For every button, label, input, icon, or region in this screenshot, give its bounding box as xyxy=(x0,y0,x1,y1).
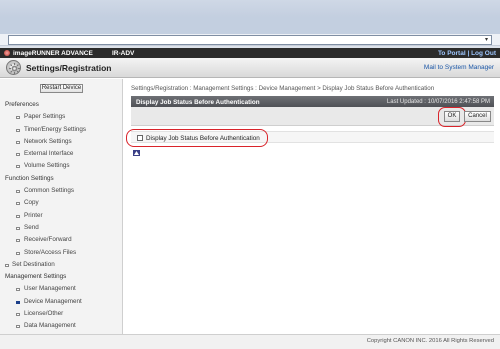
copyright: Copyright CANON INC. 2016 All Rights Res… xyxy=(366,338,494,344)
device-model: IR-ADV xyxy=(112,49,135,57)
bullet-icon xyxy=(16,190,20,194)
breadcrumb: Settings/Registration : Management Setti… xyxy=(131,85,435,92)
last-updated: Last Updated : 10/07/2016 2:47:58 PM xyxy=(386,98,490,105)
sidebar-item-send[interactable]: Send xyxy=(0,222,123,234)
bullet-icon xyxy=(16,202,20,206)
sidebar-item-label: Common Settings xyxy=(24,187,75,195)
sidebar-item-user-management[interactable]: User Management xyxy=(0,283,123,295)
sidebar-item-license-other[interactable]: License/Other xyxy=(0,308,123,320)
link-separator: | xyxy=(467,49,470,57)
bullet-icon xyxy=(16,214,20,218)
sidebar-item-label: Function Settings xyxy=(5,174,54,182)
sidebar-section-management-settings: Management Settings xyxy=(0,271,123,283)
sidebar-item-label: Timer/Energy Settings xyxy=(24,125,87,133)
mail-to-system-manager-link[interactable]: Mail to System Manager xyxy=(424,64,494,71)
sidebar-item-data-management[interactable]: Data Management xyxy=(0,320,123,332)
action-bar: OK Cancel xyxy=(131,107,494,127)
bullet-icon xyxy=(16,153,20,157)
sidebar-item-paper-settings[interactable]: Paper Settings xyxy=(0,111,123,123)
bullet-icon xyxy=(16,140,20,144)
sidebar-item-label: Management Settings xyxy=(5,273,67,281)
page-title: Settings/Registration xyxy=(26,63,112,73)
address-bar[interactable]: ▾ xyxy=(8,35,492,45)
sidebar-item-label: Copy xyxy=(24,199,39,207)
browser-address-row: ▾ xyxy=(0,34,500,46)
sidebar-item-common-settings[interactable]: Common Settings xyxy=(0,185,123,197)
bullet-icon xyxy=(16,325,20,329)
sidebar-item-label: Volume Settings xyxy=(24,162,70,170)
sidebar-item-label: Set Destination xyxy=(12,260,55,268)
footer: Copyright CANON INC. 2016 All Rights Res… xyxy=(0,334,500,349)
back-to-top-icon[interactable] xyxy=(133,150,140,156)
sidebar-item-timer-energy-settings[interactable]: Timer/Energy Settings xyxy=(0,124,123,136)
sidebar-item-label: License/Other xyxy=(24,310,64,318)
sidebar-item-label: Paper Settings xyxy=(24,113,66,121)
address-dropdown-icon[interactable]: ▾ xyxy=(482,36,491,44)
sidebar-item-network-settings[interactable]: Network Settings xyxy=(0,136,123,148)
ok-button[interactable]: OK xyxy=(444,111,460,122)
sidebar-section-preferences: Preferences xyxy=(0,99,123,111)
sidebar-item-printer[interactable]: Printer xyxy=(0,210,123,222)
bullet-icon xyxy=(16,251,20,255)
brand-name: imageRUNNER ADVANCE xyxy=(13,49,93,57)
brand-bar: imageRUNNER ADVANCE IR-ADV To Portal | L… xyxy=(0,48,500,58)
bullet-icon xyxy=(16,313,20,317)
cancel-button[interactable]: Cancel xyxy=(464,111,491,122)
sidebar-item-label: Store/Access Files xyxy=(24,248,77,256)
sidebar-item-label: Printer xyxy=(24,211,43,219)
sidebar-item-label: Receive/Forward xyxy=(24,236,72,244)
sidebar-nav: Preferences Paper Settings Timer/Energy Se… xyxy=(0,99,123,333)
bullet-icon xyxy=(16,165,20,169)
main-content: Settings/Registration : Management Setti… xyxy=(124,79,500,334)
page-header: Settings/Registration Mail to System Man… xyxy=(0,58,500,78)
sidebar: Restart Device Preferences Paper Settings… xyxy=(0,79,123,334)
bullet-icon xyxy=(16,239,20,243)
gear-icon xyxy=(6,60,21,75)
sidebar-item-label: Send xyxy=(24,223,39,231)
sidebar-item-set-destination[interactable]: Set Destination xyxy=(0,259,123,271)
sidebar-item-copy[interactable]: Copy xyxy=(0,197,123,209)
bullet-icon xyxy=(5,263,9,267)
canon-logo-icon xyxy=(4,50,10,56)
logout-link[interactable]: Log Out xyxy=(471,50,496,57)
bullet-icon xyxy=(16,226,20,230)
bullet-icon xyxy=(16,300,20,304)
restart-device-button[interactable]: Restart Device xyxy=(40,84,83,93)
sidebar-item-store-access-files[interactable]: Store/Access Files xyxy=(0,247,123,259)
option-highlight-ring xyxy=(126,129,268,147)
sidebar-item-label: Preferences xyxy=(5,101,39,108)
sidebar-item-volume-settings[interactable]: Volume Settings xyxy=(0,160,123,172)
sidebar-item-label: External Interface xyxy=(24,150,74,158)
bullet-icon xyxy=(16,128,20,132)
portal-links: To Portal | Log Out xyxy=(438,50,496,57)
bullet-icon xyxy=(16,116,20,120)
panel-title: Display Job Status Before Authentication xyxy=(136,98,260,106)
sidebar-item-device-management[interactable]: Device Management xyxy=(0,296,123,308)
panel-header: Display Job Status Before Authentication… xyxy=(131,96,494,107)
to-portal-link[interactable]: To Portal xyxy=(438,50,466,57)
browser-tab-strip xyxy=(0,17,500,34)
sidebar-item-external-interface[interactable]: External Interface xyxy=(0,148,123,160)
sidebar-item-label: Data Management xyxy=(24,322,76,330)
sidebar-item-label: Network Settings xyxy=(24,137,72,145)
sidebar-section-function-settings: Function Settings xyxy=(0,173,123,185)
bullet-icon xyxy=(16,288,20,292)
sidebar-item-receive-forward[interactable]: Receive/Forward xyxy=(0,234,123,246)
sidebar-item-label: User Management xyxy=(24,285,76,293)
sidebar-item-label: Device Management xyxy=(24,297,82,305)
